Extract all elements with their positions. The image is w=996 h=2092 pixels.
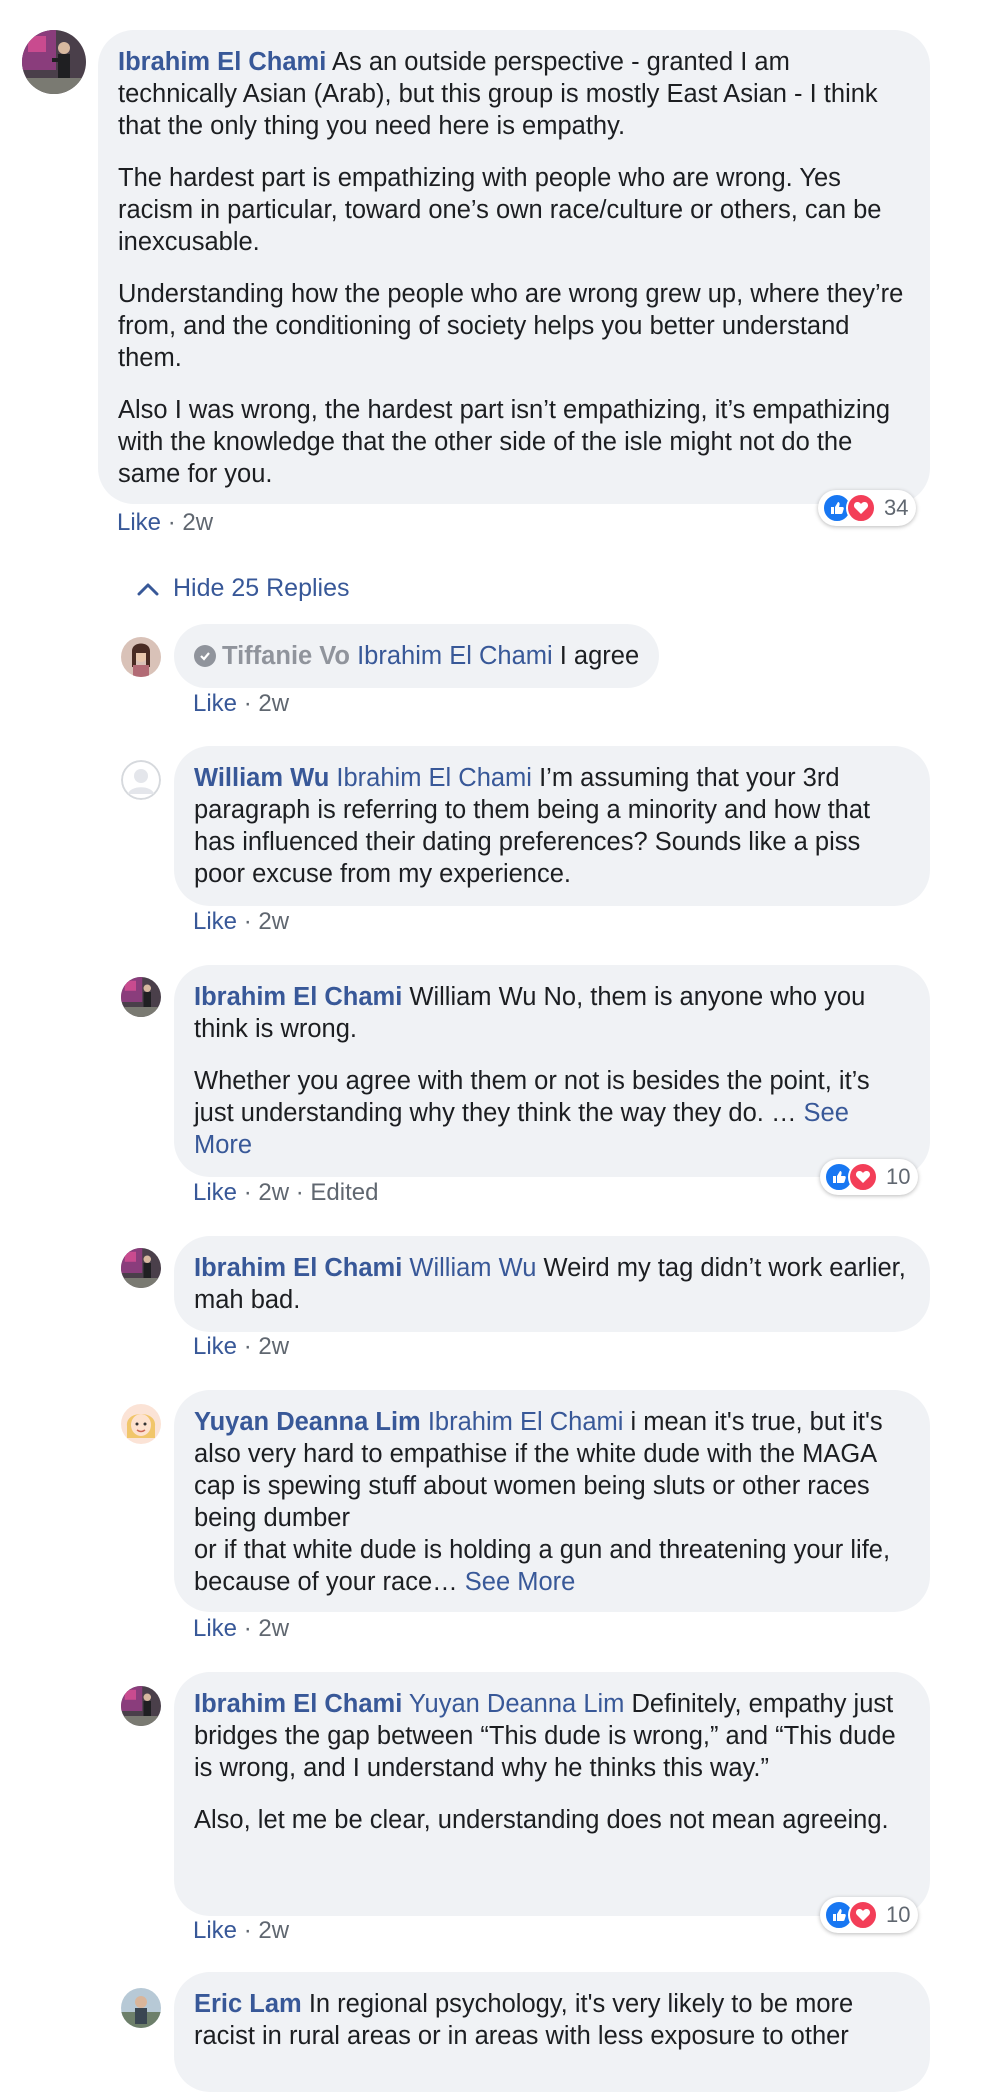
timestamp[interactable]: 2w — [258, 690, 289, 717]
like-button[interactable]: Like — [193, 1917, 237, 1944]
like-button[interactable]: Like — [193, 690, 237, 717]
reply-bubble-2: William Wu Ibrahim El Chami I’m assuming… — [174, 746, 930, 906]
timestamp[interactable]: 2w — [258, 1333, 289, 1360]
avatar-tiffanie-vo[interactable] — [121, 637, 161, 677]
reply-author[interactable]: Tiffanie Vo — [222, 642, 350, 670]
see-more-link[interactable]: See More — [465, 1568, 576, 1596]
reply-paragraph: Also, let me be clear, understanding doe… — [194, 1806, 889, 1834]
chevron-up-icon — [137, 583, 159, 595]
reply-tag[interactable]: Yuyan Deanna Lim — [409, 1690, 624, 1718]
reply-paragraph: Ibrahim El Chami Yuyan Deanna Lim Defini… — [194, 1688, 910, 1784]
avatar-ibrahim-el-chami[interactable] — [121, 977, 161, 1017]
reaction-count: 34 — [884, 495, 909, 520]
reply-author[interactable]: Ibrahim El Chami — [194, 1690, 402, 1718]
reply-meta-6: Like · 2w — [193, 1917, 290, 1944]
reply-author[interactable]: William Wu — [194, 764, 329, 792]
reply-meta-2: Like · 2w — [193, 908, 290, 935]
like-button[interactable]: Like — [193, 908, 237, 935]
comment-author[interactable]: Ibrahim El Chami — [118, 48, 326, 76]
reply-bubble-4: Ibrahim El Chami William Wu Weird my tag… — [174, 1236, 930, 1332]
reply-author[interactable]: Ibrahim El Chami — [194, 983, 402, 1011]
reply-bubble-6: Ibrahim El Chami Yuyan Deanna Lim Defini… — [174, 1672, 930, 1916]
reply-bubble-5: Yuyan Deanna Lim Ibrahim El Chami i mean… — [174, 1390, 930, 1612]
hide-replies-button[interactable]: Hide 25 Replies — [137, 574, 350, 603]
reply-meta-1: Like · 2w — [193, 690, 290, 717]
like-button[interactable]: Like — [117, 509, 161, 536]
comment-paragraph-1: Ibrahim El Chami As an outside perspecti… — [118, 48, 878, 140]
heart-icon — [846, 493, 876, 523]
reply-tag[interactable]: Ibrahim El Chami — [336, 764, 532, 792]
like-button[interactable]: Like — [193, 1333, 237, 1360]
reply-tag[interactable]: Ibrahim El Chami — [357, 642, 553, 670]
avatar-yuyan-deanna-lim[interactable] — [121, 1404, 161, 1444]
reaction-count: 10 — [886, 1164, 911, 1189]
reply-paragraph: Whether you agree with them or not is be… — [194, 1067, 870, 1159]
reply-author[interactable]: Ibrahim El Chami — [194, 1254, 402, 1282]
avatar-ibrahim-el-chami[interactable] — [121, 1248, 161, 1288]
timestamp[interactable]: 2w — [258, 908, 289, 935]
verified-check-icon — [194, 645, 216, 667]
reply-bubble-3: Ibrahim El Chami William Wu No, them is … — [174, 965, 930, 1177]
avatar-ibrahim-el-chami[interactable] — [121, 1686, 161, 1726]
reply-bubble-7: Eric Lam In regional psychology, it's ve… — [174, 1972, 930, 2092]
reply-reactions[interactable]: 10 — [820, 1159, 919, 1195]
timestamp[interactable]: 2w — [258, 1917, 289, 1944]
reply-text: I agree — [559, 642, 640, 670]
reply-bubble-1: Tiffanie Vo Ibrahim El Chami I agree — [174, 624, 660, 688]
heart-icon — [848, 1900, 878, 1930]
reply-tag[interactable]: William Wu — [409, 1254, 536, 1282]
avatar-eric-lam[interactable] — [121, 1988, 161, 2028]
reply-meta-4: Like · 2w — [193, 1333, 290, 1360]
like-button[interactable]: Like — [193, 1179, 237, 1206]
comment-reactions[interactable]: 34 — [818, 490, 917, 526]
comment-meta: Like · 2w — [117, 509, 214, 536]
avatar-ibrahim-el-chami[interactable] — [22, 30, 86, 94]
reply-tag[interactable]: Ibrahim El Chami — [428, 1408, 624, 1436]
reply-author[interactable]: Yuyan Deanna Lim — [194, 1408, 421, 1436]
comment-paragraph-3: Understanding how the people who are wro… — [118, 280, 904, 372]
reaction-count: 10 — [886, 1902, 911, 1927]
hide-replies-label: Hide 25 Replies — [173, 574, 350, 602]
reply-author[interactable]: Eric Lam — [194, 1990, 302, 2018]
reply-meta-3: Like · 2w · Edited — [193, 1179, 379, 1206]
avatar-william-wu[interactable] — [121, 760, 161, 800]
edited-label[interactable]: Edited — [310, 1179, 378, 1206]
timestamp[interactable]: 2w — [258, 1179, 289, 1206]
timestamp[interactable]: 2w — [182, 509, 213, 536]
like-button[interactable]: Like — [193, 1615, 237, 1642]
reply-meta-5: Like · 2w — [193, 1615, 290, 1642]
comment-bubble: Ibrahim El Chami As an outside perspecti… — [98, 30, 930, 504]
comment-paragraph-4: Also I was wrong, the hardest part isn’t… — [118, 396, 890, 488]
heart-icon — [848, 1162, 878, 1192]
reply-reactions[interactable]: 10 — [820, 1897, 919, 1933]
comment-paragraph-2: The hardest part is empathizing with peo… — [118, 164, 882, 256]
reply-paragraph: Ibrahim El Chami William Wu No, them is … — [194, 981, 910, 1045]
timestamp[interactable]: 2w — [258, 1615, 289, 1642]
